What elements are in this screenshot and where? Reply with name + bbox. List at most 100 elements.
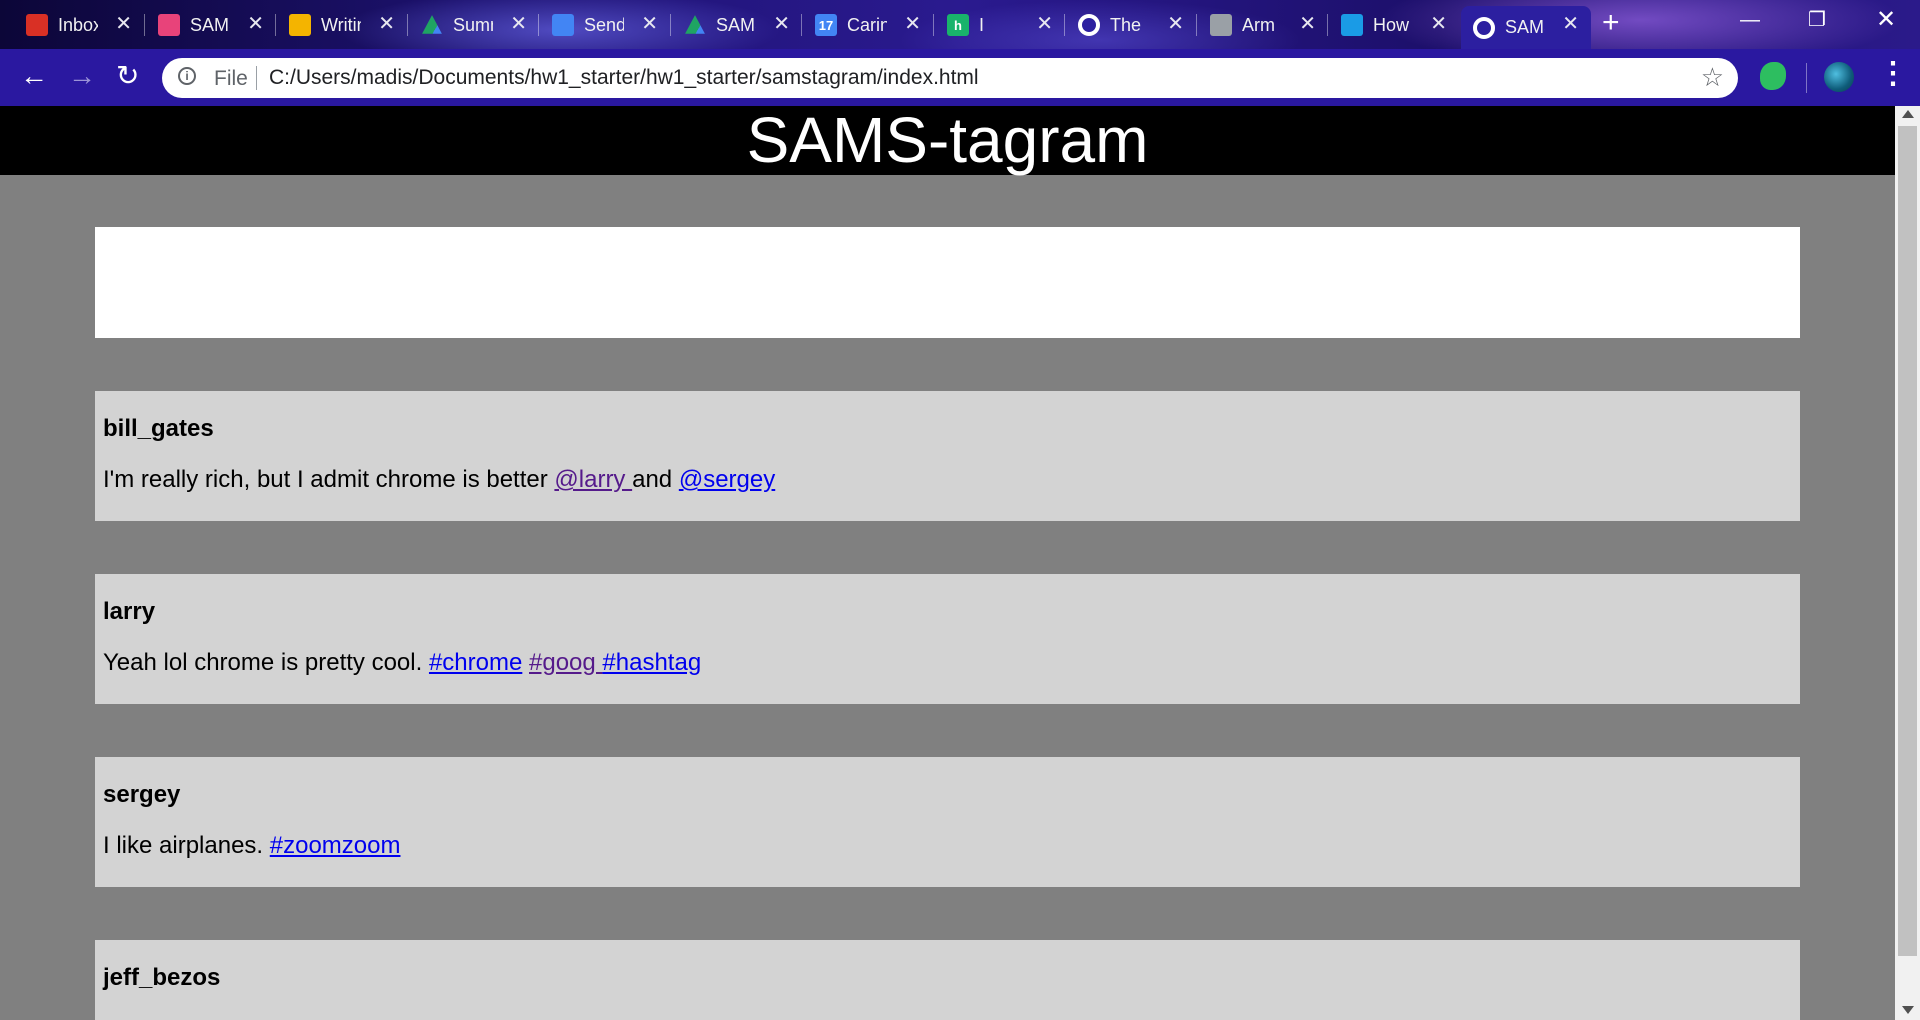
- tab-6[interactable]: 17 Caring ✕: [803, 6, 933, 44]
- plus-app-icon: [1341, 14, 1363, 36]
- hashtag-link[interactable]: #zoomzoom: [270, 832, 401, 859]
- url-input[interactable]: C:/Users/madis/Documents/hw1_starter/hw1…: [269, 66, 979, 90]
- file-label: File: [214, 67, 248, 90]
- tab-strip: Inbox ✕ SAMS ✕ Writing ✕ Summary ✕ Sending ✕ SAMS ✕…: [0, 0, 1920, 49]
- url-divider: [256, 66, 257, 90]
- forward-button[interactable]: →: [68, 61, 96, 91]
- post-text-fragment: and: [632, 466, 679, 493]
- tab-title: How: [1373, 14, 1410, 35]
- close-tab-icon[interactable]: ✕: [115, 14, 132, 34]
- tab-separator: [933, 14, 934, 36]
- toolbar-divider: [1806, 63, 1807, 93]
- tab-11[interactable]: SAMS ✕: [1461, 6, 1591, 49]
- back-button[interactable]: ←: [20, 61, 48, 91]
- post-card: larry Yeah lol chrome is pretty cool. #ch…: [95, 574, 1800, 704]
- close-tab-icon[interactable]: ✕: [1036, 14, 1053, 34]
- avatar[interactable]: [1824, 62, 1854, 92]
- post-username: sergey: [103, 781, 181, 808]
- slides-icon: [289, 14, 311, 36]
- close-tab-icon[interactable]: ✕: [641, 14, 658, 34]
- tab-separator: [538, 14, 539, 36]
- tab-separator: [1327, 14, 1328, 36]
- address-bar[interactable]: i File C:/Users/madis/Documents/hw1_star…: [162, 58, 1738, 98]
- tab-separator: [275, 14, 276, 36]
- tab-title: Arm: [1242, 14, 1275, 35]
- close-tab-icon[interactable]: ✕: [1167, 14, 1184, 34]
- scroll-thumb[interactable]: [1898, 126, 1917, 956]
- tab-1[interactable]: SAMS ✕: [146, 6, 276, 44]
- star-icon[interactable]: ☆: [1701, 62, 1724, 93]
- tab-4[interactable]: Sending ✕: [540, 6, 670, 44]
- gmail-icon: [26, 14, 48, 36]
- hashtag-link[interactable]: #hashtag: [602, 649, 701, 676]
- reload-button[interactable]: ↻: [116, 61, 139, 91]
- tab-title: Summary: [453, 14, 493, 35]
- drive-icon: [422, 15, 442, 34]
- tab-10[interactable]: How ✕: [1329, 6, 1459, 44]
- info-icon[interactable]: i: [178, 67, 196, 85]
- close-tab-icon[interactable]: ✕: [904, 14, 921, 34]
- tab-9[interactable]: Arm ✕: [1198, 6, 1328, 44]
- browser-toolbar: ← → ↻ i File C:/Users/madis/Documents/hw…: [0, 49, 1920, 106]
- tab-5[interactable]: SAMS ✕: [672, 6, 802, 44]
- globe-icon: [1473, 16, 1495, 39]
- tab-title: SAMS: [716, 14, 756, 35]
- tab-3[interactable]: Summary ✕: [409, 6, 539, 44]
- post-card: sergey I like airplanes. #zoomzoom: [95, 757, 1800, 887]
- post-text-fragment: [522, 649, 529, 676]
- tab-separator: [1064, 14, 1065, 36]
- tab-separator: [801, 14, 802, 36]
- calendar-icon: 17: [815, 14, 837, 36]
- tab-separator: [407, 14, 408, 36]
- mention-link[interactable]: @larry: [554, 466, 632, 493]
- drive-icon: [685, 15, 705, 34]
- post-username: bill_gates: [103, 415, 214, 442]
- post-body: I'm really rich, but I admit chrome is b…: [103, 466, 775, 494]
- post-username: larry: [103, 598, 156, 625]
- tab-separator: [144, 14, 145, 36]
- post-text: I like airplanes.: [103, 832, 270, 859]
- post-text: Yeah lol chrome is pretty cool.: [103, 649, 429, 676]
- minimize-icon[interactable]: —: [1740, 8, 1760, 32]
- tab-title: SAMS: [1505, 17, 1545, 37]
- evernote-icon[interactable]: [1760, 62, 1786, 90]
- new-tab-button[interactable]: +: [1602, 8, 1620, 38]
- post-body: Yeah lol chrome is pretty cool. #chrome …: [103, 649, 701, 677]
- close-tab-icon[interactable]: ✕: [1562, 14, 1579, 34]
- tab-title: Writing: [321, 14, 361, 35]
- close-tab-icon[interactable]: ✕: [247, 14, 264, 34]
- contacts-icon: [158, 14, 180, 36]
- tab-title: Caring: [847, 14, 887, 35]
- scroll-up-icon[interactable]: [1902, 110, 1914, 118]
- hashtag-link[interactable]: #goog: [529, 649, 602, 676]
- h-icon: h: [947, 14, 969, 36]
- tab-title: Inbox: [58, 14, 98, 35]
- page-viewport: SAMS-tagram bill_gates I'm really rich, b…: [0, 106, 1895, 1020]
- scroll-down-icon[interactable]: [1902, 1006, 1914, 1014]
- restore-icon[interactable]: ❐: [1808, 8, 1826, 32]
- tab-title: I: [979, 14, 985, 35]
- tab-title: The: [1110, 14, 1142, 35]
- close-tab-icon[interactable]: ✕: [378, 14, 395, 34]
- tab-title: SAMS: [190, 14, 230, 35]
- tab-2[interactable]: Writing ✕: [277, 6, 407, 44]
- post-card: bill_gates I'm really rich, but I admit c…: [95, 391, 1800, 521]
- close-tab-icon[interactable]: ✕: [773, 14, 790, 34]
- tab-7[interactable]: h I ✕: [935, 6, 1065, 44]
- close-tab-icon[interactable]: ✕: [1299, 14, 1316, 34]
- hashtag-link[interactable]: #chrome: [429, 649, 522, 676]
- post-text: I'm really rich, but I admit chrome is b…: [103, 466, 555, 493]
- menu-icon[interactable]: ⋮: [1878, 59, 1908, 89]
- close-tab-icon[interactable]: ✕: [510, 14, 527, 34]
- tab-0[interactable]: Inbox ✕: [14, 6, 144, 44]
- docs-icon: [552, 14, 574, 36]
- wp-icon: [1210, 14, 1232, 36]
- tab-title: Sending: [584, 14, 624, 35]
- mention-link[interactable]: @sergey: [679, 466, 775, 493]
- post-body: I like airplanes. #zoomzoom: [103, 832, 400, 860]
- close-tab-icon[interactable]: ✕: [1430, 14, 1447, 34]
- close-window-icon[interactable]: ✕: [1876, 8, 1896, 32]
- scrollbar[interactable]: [1895, 106, 1920, 1020]
- tab-8[interactable]: The ✕: [1066, 6, 1196, 44]
- new-post-box[interactable]: [95, 227, 1800, 338]
